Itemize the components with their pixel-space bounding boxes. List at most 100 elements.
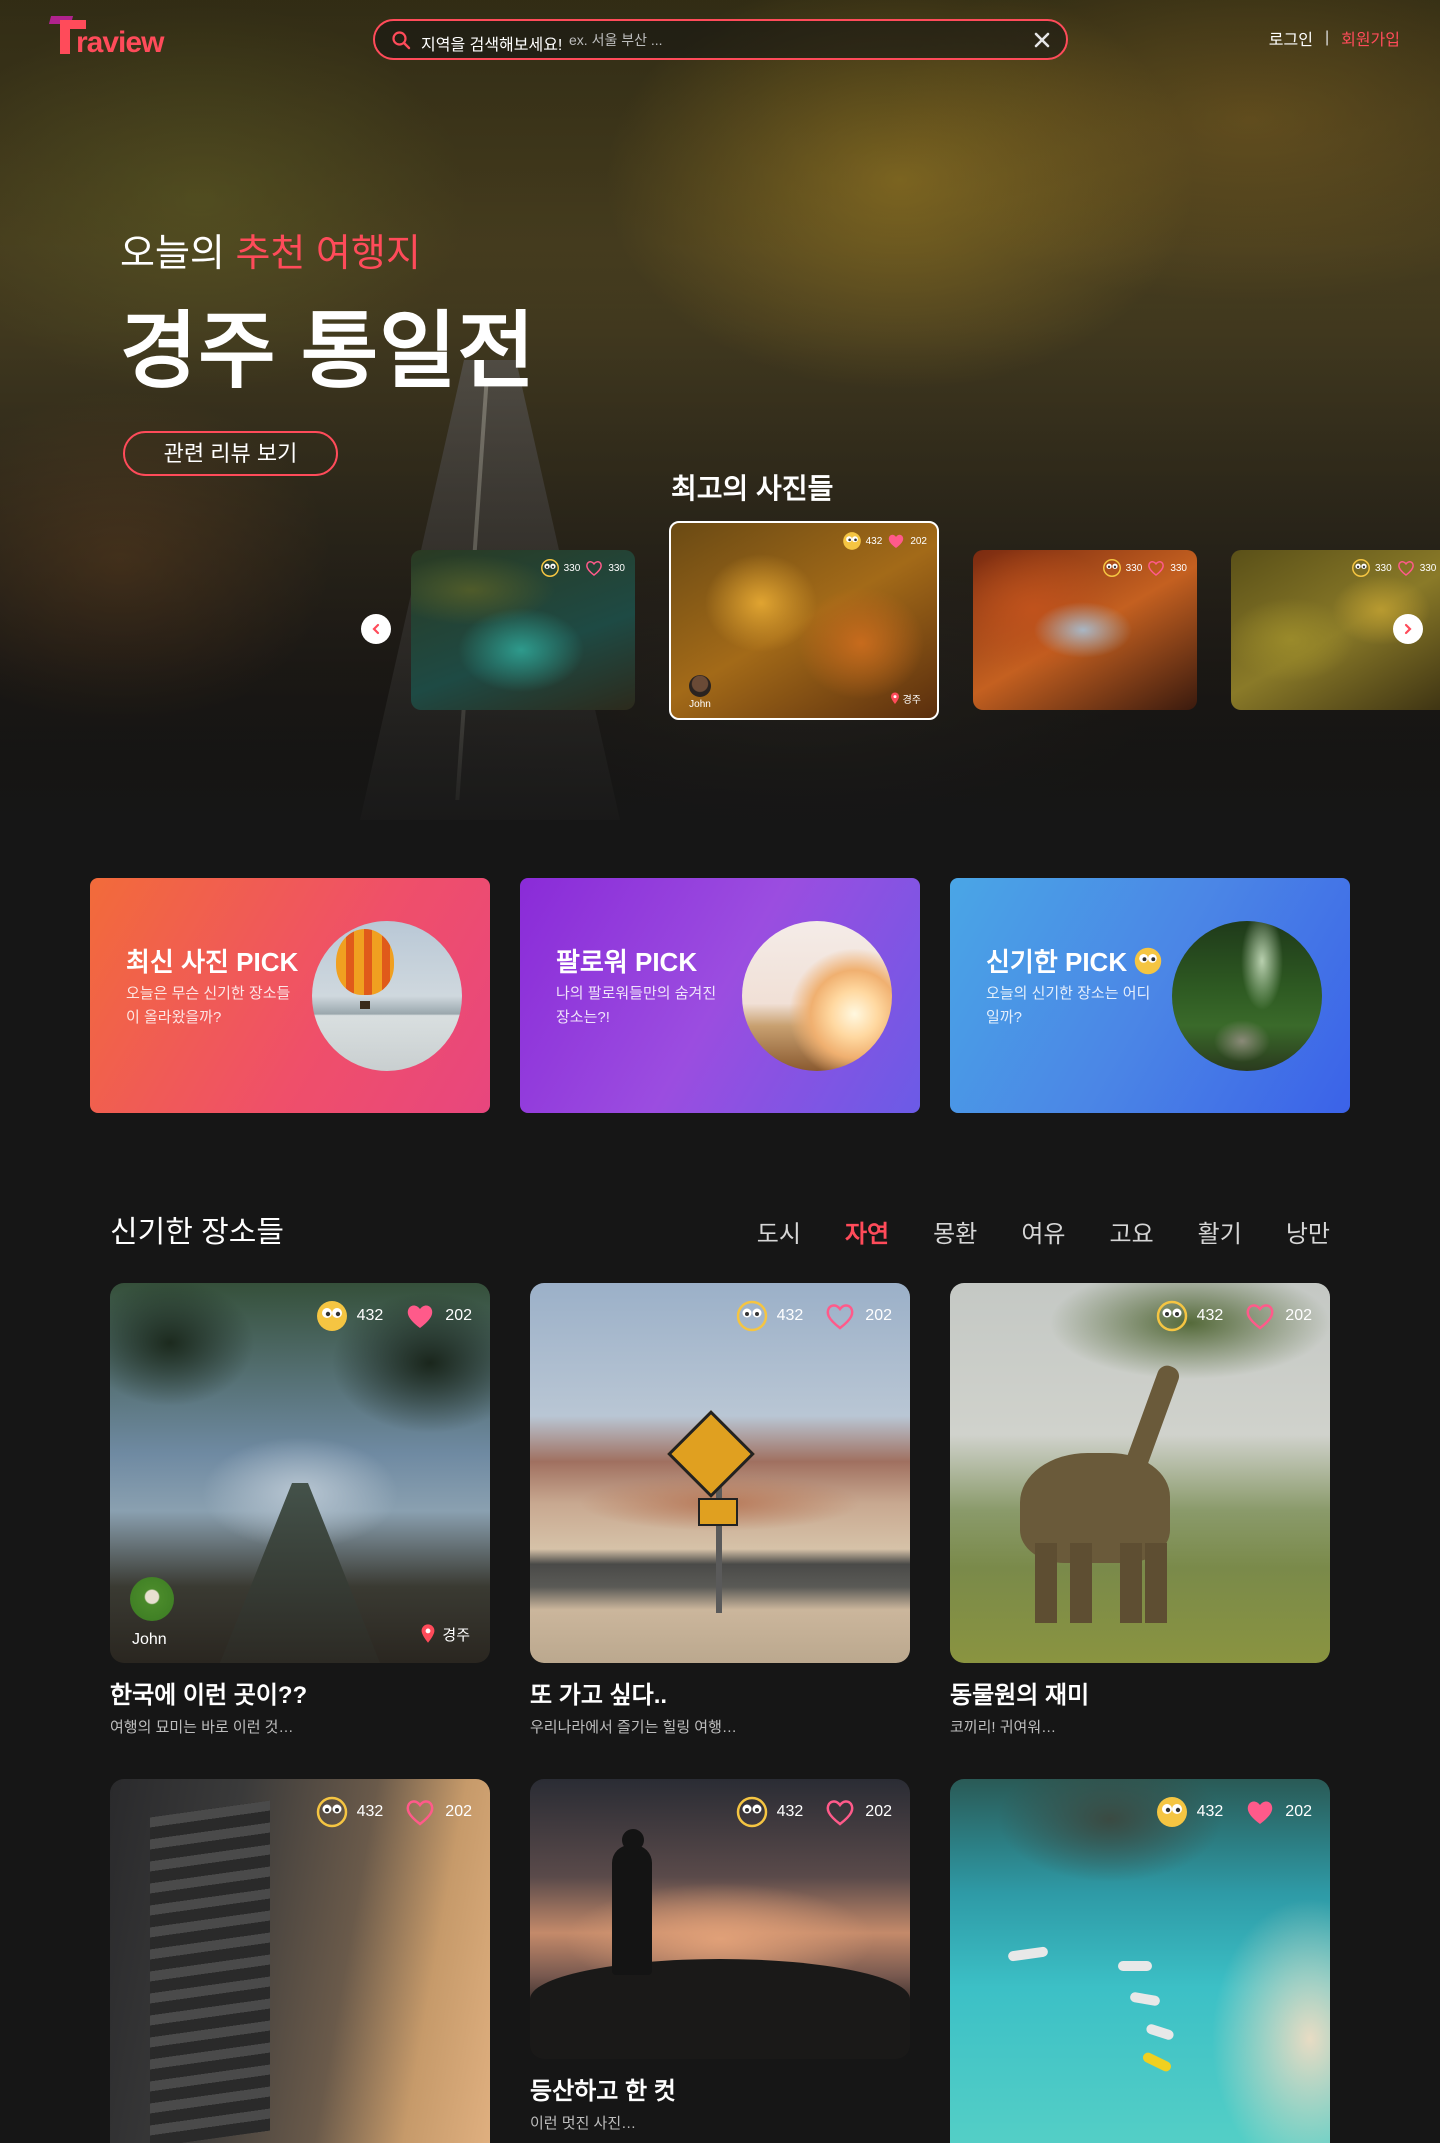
eyes-emoji-icon[interactable] <box>540 558 560 578</box>
card-title[interactable]: 또 가고 싶다.. <box>530 1675 910 1710</box>
hero-subtitle-accent: 추천 여행지 <box>235 233 421 275</box>
tab-relaxed[interactable]: 여유 <box>1021 1214 1065 1249</box>
pick-description: 나의 팔로워들만의 숨겨진 장소는?! <box>556 985 717 1026</box>
eyes-emoji-icon[interactable] <box>315 1795 349 1829</box>
eyes-emoji-icon[interactable] <box>842 531 862 551</box>
place-card-image[interactable]: 432 202 <box>530 1779 910 2059</box>
place-card[interactable]: 432 202 등산하고 한 컷 이런 멋진 사진… <box>530 1779 910 2133</box>
heart-icon[interactable] <box>823 1299 857 1333</box>
clear-icon[interactable] <box>1032 30 1052 50</box>
card-title[interactable]: 한국에 이런 곳이?? <box>110 1675 490 1710</box>
logo-mark-icon <box>48 16 86 56</box>
carousel-card[interactable]: 330 330 <box>411 550 635 710</box>
search-input[interactable] <box>569 28 989 52</box>
card-author[interactable]: John <box>689 675 711 710</box>
place-card-image[interactable]: 432 202 <box>950 1779 1330 2143</box>
eyes-emoji-icon[interactable] <box>735 1795 769 1829</box>
likes-count: 330 <box>608 562 625 574</box>
place-card-image[interactable]: 432 202 <box>110 1779 490 2143</box>
pick-card-amazing[interactable]: 신기한 PICK 오늘의 신기한 장소는 어디일까? <box>950 878 1350 1113</box>
hero-title: 경주 통일전 <box>120 304 536 398</box>
heart-icon[interactable] <box>1396 558 1416 578</box>
heart-icon[interactable] <box>823 1795 857 1829</box>
avatar[interactable] <box>130 1577 174 1621</box>
place-card[interactable]: 432 202 또 가고 싶다.. 우리나라에서 즐기는 힐링 여행… <box>530 1283 910 1737</box>
pick-title: 최신 사진 PICK <box>126 947 299 977</box>
place-card[interactable]: 432 202 <box>110 1779 490 2143</box>
eyes-count: 432 <box>865 535 883 547</box>
card-title[interactable]: 동물원의 재미 <box>950 1675 1330 1710</box>
eyes-count: 432 <box>776 1307 804 1324</box>
heart-icon[interactable] <box>1243 1299 1277 1333</box>
location-pin-icon <box>421 1624 435 1643</box>
tab-nature[interactable]: 자연 <box>845 1214 889 1249</box>
pick-thumbnail <box>312 921 462 1071</box>
pick-card-latest[interactable]: 최신 사진 PICK 오늘은 무슨 신기한 장소들이 올라왔을까? <box>90 878 490 1113</box>
place-card-image[interactable]: 432 202 <box>950 1283 1330 1663</box>
place-tag[interactable]: 경주 <box>890 691 921 706</box>
heart-icon[interactable] <box>403 1299 437 1333</box>
eyes-emoji-icon[interactable] <box>1155 1795 1189 1829</box>
likes-count: 202 <box>445 1803 472 1820</box>
eyes-count: 432 <box>356 1803 384 1820</box>
search-icon <box>392 31 411 50</box>
pick-thumbnail <box>742 921 892 1071</box>
eyes-emoji-icon[interactable] <box>735 1299 769 1333</box>
heart-icon[interactable] <box>403 1795 437 1829</box>
place-card[interactable]: 432 202 John 경주 한국에 이런 곳이?? 여행의 묘미는 바로 이… <box>110 1283 490 1737</box>
place-card-image[interactable]: 432 202 <box>530 1283 910 1663</box>
login-link[interactable]: 로그인 <box>1269 26 1313 50</box>
likes-count: 202 <box>445 1307 472 1324</box>
pick-description: 오늘의 신기한 장소는 어디일까? <box>986 985 1151 1026</box>
logo-text: raview <box>76 26 164 59</box>
card-stats: 432 202 <box>842 531 927 551</box>
eyes-emoji-icon[interactable] <box>1351 558 1371 578</box>
tab-quiet[interactable]: 고요 <box>1109 1214 1153 1249</box>
card-title[interactable]: 등산하고 한 컷 <box>530 2071 910 2106</box>
card-stats: 432 202 <box>1155 1795 1312 1829</box>
hero-subtitle: 오늘의 추천 여행지 <box>120 222 421 277</box>
eyes-count: 330 <box>563 562 581 574</box>
card-description: 우리나라에서 즐기는 힐링 여행… <box>530 1719 737 1736</box>
card-stats: 432 202 <box>315 1299 472 1333</box>
likes-count: 202 <box>910 535 927 547</box>
pick-description: 오늘은 무슨 신기한 장소들이 올라왔을까? <box>126 985 291 1026</box>
carousel-card[interactable]: 330 330 <box>973 550 1197 710</box>
hero-subtitle-prefix: 오늘의 <box>120 233 225 275</box>
carousel-prev-button[interactable] <box>361 614 391 644</box>
search-bar[interactable]: 지역을 검색해보세요! <box>373 19 1068 60</box>
tab-dreamy[interactable]: 몽환 <box>933 1214 977 1249</box>
chevron-right-icon <box>1404 623 1412 635</box>
heart-icon[interactable] <box>1243 1795 1277 1829</box>
carousel-card-featured[interactable]: 432 202 John 경주 <box>669 521 939 720</box>
card-stats: 432 202 <box>315 1795 472 1829</box>
heart-icon[interactable] <box>584 558 604 578</box>
place-card[interactable]: 432 202 동물원의 재미 코끼리! 귀여워… <box>950 1283 1330 1737</box>
place-card[interactable]: 432 202 <box>950 1779 1330 2143</box>
place-name: 경주 <box>442 1626 470 1644</box>
eyes-emoji-icon[interactable] <box>1155 1299 1189 1333</box>
section-title: 신기한 장소들 <box>110 1216 284 1249</box>
tab-romantic[interactable]: 낭만 <box>1286 1214 1330 1249</box>
tab-city[interactable]: 도시 <box>757 1214 801 1249</box>
best-photos-title: 최고의 사진들 <box>671 473 834 504</box>
tab-lively[interactable]: 활기 <box>1198 1214 1242 1249</box>
eyes-count: 330 <box>1125 562 1143 574</box>
likes-count: 202 <box>1285 1307 1312 1324</box>
card-stats: 432 202 <box>1155 1299 1312 1333</box>
carousel-next-button[interactable] <box>1393 614 1423 644</box>
heart-icon[interactable] <box>1146 558 1166 578</box>
card-description: 코끼리! 귀여워… <box>950 1719 1057 1736</box>
signup-link[interactable]: 회원가입 <box>1341 26 1400 50</box>
eyes-emoji-icon[interactable] <box>315 1299 349 1333</box>
eyes-emoji-icon[interactable] <box>1102 558 1122 578</box>
pick-card-follower[interactable]: 팔로워 PICK 나의 팔로워들만의 숨겨진 장소는?! <box>520 878 920 1113</box>
place-card-image[interactable]: 432 202 John 경주 <box>110 1283 490 1663</box>
place-tag[interactable]: 경주 <box>420 1623 470 1645</box>
logo[interactable]: raview <box>48 16 182 62</box>
auth-separator: | <box>1324 29 1330 46</box>
related-reviews-button[interactable]: 관련 리뷰 보기 <box>123 431 338 476</box>
likes-count: 202 <box>865 1803 892 1820</box>
heart-icon[interactable] <box>886 531 906 551</box>
author-name[interactable]: John <box>132 1631 167 1649</box>
